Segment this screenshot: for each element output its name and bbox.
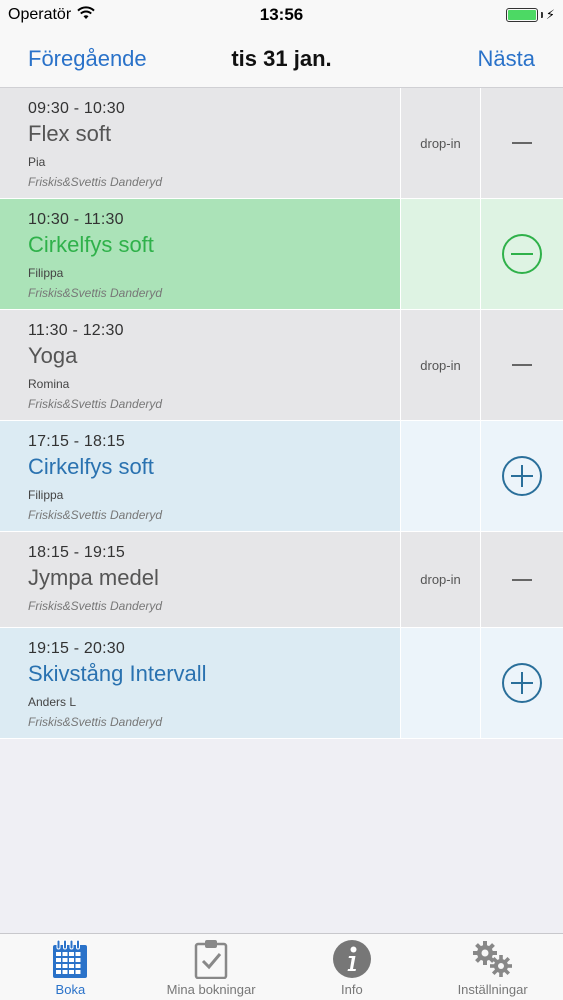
tab-mina-bokningar[interactable]: Mina bokningar — [141, 934, 282, 1000]
session-row[interactable]: 09:30 - 10:30 Flex soft Pia Friskis&Svet… — [0, 88, 563, 199]
clipboard-check-icon — [194, 940, 228, 979]
session-instructor: Pia — [28, 155, 46, 169]
session-row[interactable]: 11:30 - 12:30 Yoga Romina Friskis&Svetti… — [0, 310, 563, 421]
status-bar-left: Operatör — [8, 5, 95, 25]
info-icon — [332, 940, 371, 978]
book-button[interactable] — [502, 456, 542, 496]
session-action — [481, 199, 563, 309]
battery-icon: ⚡ — [505, 7, 555, 23]
tab-info[interactable]: Info — [282, 934, 423, 1000]
tab-boka[interactable]: Boka — [0, 934, 141, 1000]
unbook-button[interactable] — [502, 234, 542, 274]
session-info: 18:15 - 19:15 Jympa medel Friskis&Svetti… — [0, 532, 400, 627]
plus-circle-icon — [511, 672, 533, 694]
session-type-label: drop-in — [400, 310, 481, 420]
session-row[interactable]: 19:15 - 20:30 Skivstång Intervall Anders… — [0, 628, 563, 739]
session-type-label — [400, 199, 481, 309]
session-row[interactable]: 18:15 - 19:15 Jympa medel Friskis&Svetti… — [0, 532, 563, 628]
dash-icon — [512, 142, 532, 144]
session-name: Yoga — [28, 343, 78, 368]
tab-label: Mina bokningar — [166, 982, 256, 997]
session-action — [481, 88, 563, 198]
session-time: 19:15 - 20:30 — [28, 640, 125, 657]
session-name: Cirkelfys soft — [28, 232, 154, 257]
date-nav-bar: Föregående tis 31 jan. Nästa — [0, 30, 563, 88]
session-type-label: drop-in — [400, 88, 481, 198]
session-location: Friskis&Svettis Danderyd — [28, 508, 163, 522]
session-time: 17:15 - 18:15 — [28, 433, 125, 450]
session-row[interactable]: 17:15 - 18:15 Cirkelfys soft Filippa Fri… — [0, 421, 563, 532]
status-bar: Operatör 13:56 ⚡ — [0, 0, 563, 30]
session-location: Friskis&Svettis Danderyd — [28, 175, 163, 189]
plus-circle-icon — [511, 465, 533, 487]
session-info: 10:30 - 11:30 Cirkelfys soft Filippa Fri… — [0, 199, 400, 309]
session-name: Jympa medel — [28, 565, 159, 590]
tab-label: Boka — [55, 982, 86, 997]
book-button[interactable] — [502, 663, 542, 703]
session-name: Flex soft — [28, 121, 112, 146]
next-day-button[interactable]: Nästa — [478, 46, 535, 72]
session-action — [481, 421, 563, 531]
session-location: Friskis&Svettis Danderyd — [28, 715, 163, 729]
session-time: 09:30 - 10:30 — [28, 100, 125, 117]
wifi-icon — [77, 5, 95, 25]
tab-label: Inställningar — [457, 982, 528, 997]
session-info: 11:30 - 12:30 Yoga Romina Friskis&Svetti… — [0, 310, 400, 420]
session-instructor: Anders L — [28, 695, 77, 709]
session-name: Cirkelfys soft — [28, 454, 154, 479]
session-location: Friskis&Svettis Danderyd — [28, 599, 163, 613]
session-info: 19:15 - 20:30 Skivstång Intervall Anders… — [0, 628, 400, 738]
session-instructor: Romina — [28, 377, 70, 391]
tab-installningar[interactable]: Inställningar — [422, 934, 563, 1000]
session-type-label — [400, 628, 481, 738]
session-name: Skivstång Intervall — [28, 661, 207, 686]
session-action — [481, 310, 563, 420]
session-list: 09:30 - 10:30 Flex soft Pia Friskis&Svet… — [0, 88, 563, 739]
session-instructor: Filippa — [28, 488, 64, 502]
calendar-icon — [53, 939, 88, 978]
carrier-label: Operatör — [8, 6, 72, 23]
session-type-label: drop-in — [400, 532, 481, 627]
session-info: 09:30 - 10:30 Flex soft Pia Friskis&Svet… — [0, 88, 400, 198]
session-time: 18:15 - 19:15 — [28, 544, 125, 561]
session-instructor: Filippa — [28, 266, 64, 280]
tab-bar: Boka Mina bokningar Info Inställningar — [0, 933, 563, 1000]
session-row[interactable]: 10:30 - 11:30 Cirkelfys soft Filippa Fri… — [0, 199, 563, 310]
session-time: 10:30 - 11:30 — [28, 211, 124, 228]
dash-icon — [512, 364, 532, 366]
tab-label: Info — [341, 982, 363, 997]
session-action — [481, 532, 563, 627]
session-type-label — [400, 421, 481, 531]
dash-icon — [512, 578, 532, 581]
session-info: 17:15 - 18:15 Cirkelfys soft Filippa Fri… — [0, 421, 400, 531]
session-time: 11:30 - 12:30 — [28, 322, 124, 339]
session-location: Friskis&Svettis Danderyd — [28, 397, 163, 411]
session-action — [481, 628, 563, 738]
gears-icon — [472, 941, 512, 977]
previous-day-button[interactable]: Föregående — [28, 46, 147, 72]
minus-circle-icon — [511, 253, 533, 255]
session-location: Friskis&Svettis Danderyd — [28, 286, 163, 300]
charging-bolt-icon: ⚡ — [545, 7, 555, 22]
